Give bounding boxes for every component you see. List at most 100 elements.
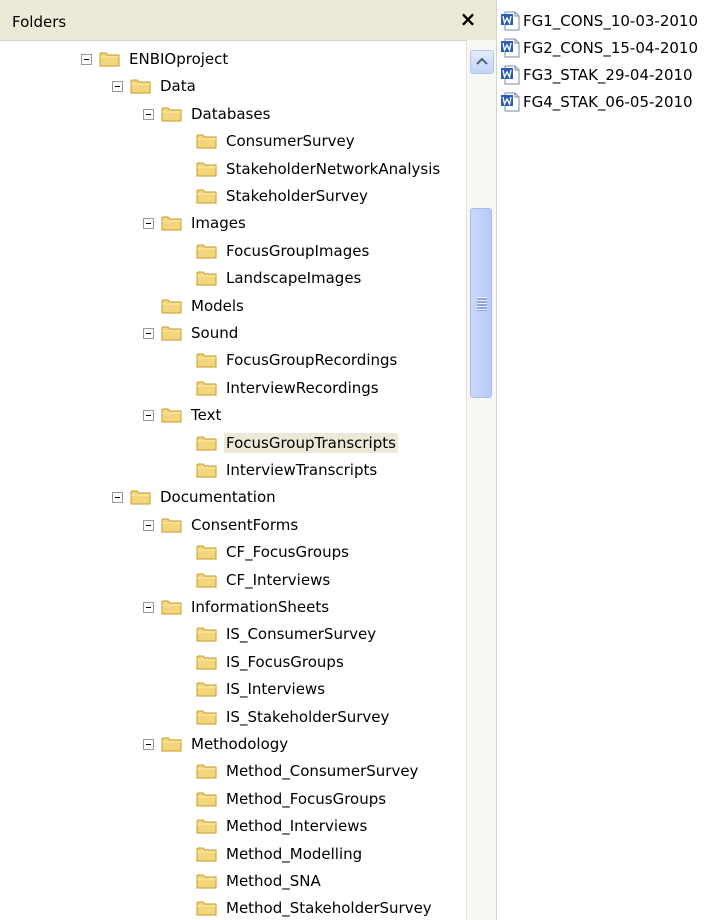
tree-item[interactable]: IS_Interviews bbox=[196, 676, 327, 702]
tree-item-label: CF_Interviews bbox=[226, 571, 331, 589]
folder-icon bbox=[196, 847, 217, 862]
folder-icon bbox=[196, 573, 217, 588]
folder-icon bbox=[196, 353, 217, 368]
folders-pane-header: Folders × bbox=[0, 0, 496, 41]
tree-item[interactable]: Method_StakeholderSurvey bbox=[196, 895, 434, 920]
tree-item[interactable]: StakeholderSurvey bbox=[196, 183, 370, 209]
tree-item-label: Method_Interviews bbox=[226, 817, 368, 835]
word-document-icon bbox=[501, 11, 520, 31]
tree-item[interactable]: Sound bbox=[143, 320, 240, 346]
tree-item-label: ENBIOproject bbox=[129, 50, 229, 68]
tree-item[interactable]: Method_Interviews bbox=[196, 813, 369, 839]
tree-item-label: FocusGroupImages bbox=[226, 242, 370, 260]
collapse-toggle[interactable] bbox=[143, 601, 154, 613]
folder-icon bbox=[196, 381, 217, 396]
folder-icon bbox=[196, 682, 217, 697]
file-item[interactable]: FG4_STAK_06-05-2010 bbox=[500, 90, 693, 114]
folder-icon bbox=[161, 600, 182, 615]
tree-item[interactable]: InterviewRecordings bbox=[196, 375, 381, 401]
tree-item-label: Method_SNA bbox=[226, 872, 321, 890]
scroll-up-button[interactable] bbox=[470, 50, 494, 74]
collapse-toggle[interactable] bbox=[112, 491, 123, 503]
tree-item[interactable]: Databases bbox=[143, 101, 272, 127]
folder-icon bbox=[130, 490, 151, 505]
folder-icon bbox=[161, 737, 182, 752]
tree-item[interactable]: ConsentForms bbox=[143, 512, 300, 538]
folder-icon bbox=[196, 819, 217, 834]
collapse-toggle[interactable] bbox=[143, 327, 154, 339]
tree-item[interactable]: ENBIOproject bbox=[81, 46, 230, 72]
tree-item-label: FocusGroupRecordings bbox=[226, 351, 398, 369]
folder-icon bbox=[196, 162, 217, 177]
folder-icon bbox=[196, 655, 217, 670]
tree-item[interactable]: FocusGroupImages bbox=[196, 238, 371, 264]
tree-item-label: LandscapeImages bbox=[226, 269, 362, 287]
tree-item[interactable]: CF_FocusGroups bbox=[196, 539, 351, 565]
tree-item[interactable]: FocusGroupTranscripts bbox=[196, 430, 398, 456]
tree-item[interactable]: InformationSheets bbox=[143, 594, 331, 620]
tree-item[interactable]: Text bbox=[143, 402, 223, 428]
tree-item[interactable]: IS_FocusGroups bbox=[196, 649, 346, 675]
tree-item[interactable]: Method_FocusGroups bbox=[196, 786, 388, 812]
file-name: FG4_STAK_06-05-2010 bbox=[523, 93, 693, 111]
collapse-toggle[interactable] bbox=[143, 217, 154, 229]
scroll-thumb[interactable] bbox=[470, 208, 492, 398]
tree-item[interactable]: ConsumerSurvey bbox=[196, 128, 357, 154]
folder-icon bbox=[99, 52, 120, 67]
word-document-icon bbox=[501, 38, 520, 58]
tree-item[interactable]: Methodology bbox=[143, 731, 290, 757]
folder-icon bbox=[161, 518, 182, 533]
collapse-toggle[interactable] bbox=[81, 53, 92, 65]
tree-item[interactable]: FocusGroupRecordings bbox=[196, 347, 399, 373]
tree-item[interactable]: Method_ConsumerSurvey bbox=[196, 758, 420, 784]
tree-item-label: Methodology bbox=[191, 735, 289, 753]
folder-icon bbox=[196, 710, 217, 725]
tree-item[interactable]: Method_Modelling bbox=[196, 841, 364, 867]
collapse-toggle[interactable] bbox=[143, 738, 154, 750]
tree-item[interactable]: Images bbox=[143, 210, 248, 236]
folders-pane: Folders × ENBIOproject Data Databases Consu… bbox=[0, 0, 497, 920]
tree-item-label: StakeholderSurvey bbox=[226, 187, 368, 205]
tree-item[interactable]: StakeholderNetworkAnalysis bbox=[196, 156, 442, 182]
collapse-toggle[interactable] bbox=[143, 519, 154, 531]
tree-item[interactable]: Data bbox=[112, 73, 198, 99]
tree-item[interactable]: InterviewTranscripts bbox=[196, 457, 379, 483]
tree-item-label: InformationSheets bbox=[191, 598, 330, 616]
folder-open-icon bbox=[196, 436, 217, 451]
tree-item[interactable]: IS_ConsumerSurvey bbox=[196, 621, 378, 647]
folder-icon bbox=[196, 271, 217, 286]
tree-item-label: Method_StakeholderSurvey bbox=[226, 899, 432, 917]
folder-icon bbox=[196, 901, 217, 916]
collapse-toggle[interactable] bbox=[143, 108, 154, 120]
tree-item[interactable]: Documentation bbox=[112, 484, 278, 510]
tree-item-label: CF_FocusGroups bbox=[226, 543, 349, 561]
file-item[interactable]: FG2_CONS_15-04-2010 bbox=[500, 36, 698, 60]
collapse-toggle[interactable] bbox=[112, 80, 123, 92]
chevron-up-icon bbox=[476, 57, 488, 65]
pane-title: Folders bbox=[12, 13, 67, 31]
vertical-scrollbar[interactable] bbox=[466, 40, 496, 920]
close-pane-button[interactable]: × bbox=[456, 7, 480, 31]
tree-item-label: Text bbox=[191, 406, 222, 424]
folder-icon bbox=[196, 134, 217, 149]
tree-item-label: Images bbox=[191, 214, 246, 232]
file-item[interactable]: FG1_CONS_10-03-2010 bbox=[500, 9, 698, 33]
folder-icon bbox=[161, 216, 182, 231]
folder-icon bbox=[196, 874, 217, 889]
word-document-icon bbox=[501, 65, 520, 85]
tree-item-label: Databases bbox=[191, 105, 271, 123]
tree-item[interactable]: Models bbox=[143, 293, 246, 319]
tree-item-label: Models bbox=[191, 297, 244, 315]
file-item[interactable]: FG3_STAK_29-04-2010 bbox=[500, 63, 693, 87]
tree-item[interactable]: IS_StakeholderSurvey bbox=[196, 704, 391, 730]
tree-item-label: IS_Interviews bbox=[226, 680, 326, 698]
tree-item[interactable]: LandscapeImages bbox=[196, 265, 363, 291]
collapse-toggle[interactable] bbox=[143, 409, 154, 421]
tree-item-label: IS_FocusGroups bbox=[226, 653, 344, 671]
word-document-icon bbox=[501, 92, 520, 112]
folder-icon bbox=[196, 463, 217, 478]
folder-icon bbox=[161, 299, 182, 314]
tree-item[interactable]: Method_SNA bbox=[196, 868, 323, 894]
tree-item[interactable]: CF_Interviews bbox=[196, 567, 332, 593]
file-name: FG1_CONS_10-03-2010 bbox=[523, 12, 698, 30]
